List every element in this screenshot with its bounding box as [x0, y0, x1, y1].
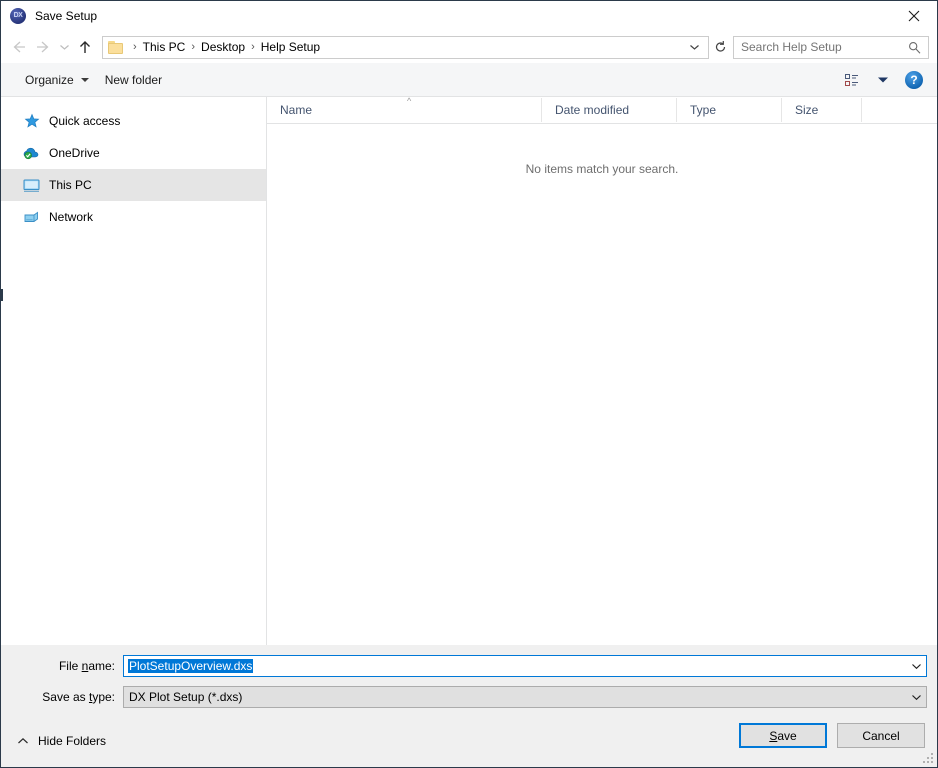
cancel-button[interactable]: Cancel	[837, 723, 925, 748]
chevron-down-icon	[878, 77, 888, 82]
refresh-icon	[715, 41, 726, 52]
refresh-button[interactable]	[709, 36, 732, 59]
back-button[interactable]	[7, 35, 31, 59]
file-list-body[interactable]: No items match your search.	[267, 124, 937, 645]
window-title: Save Setup	[35, 9, 98, 23]
cloud-icon	[23, 145, 40, 162]
breadcrumb-bar[interactable]: › This PC › Desktop › Help Setup	[102, 35, 709, 59]
sidebar-item-label: Network	[49, 210, 94, 224]
sidebar-item-onedrive[interactable]: OneDrive	[1, 137, 266, 169]
column-header-spacer	[862, 98, 937, 122]
save-as-type-dropdown-button[interactable]	[906, 694, 926, 701]
change-view-button[interactable]	[839, 69, 871, 91]
save-as-type-combo[interactable]: DX Plot Setup (*.dxs)	[123, 686, 927, 708]
column-header-date-modified[interactable]: Date modified	[542, 98, 677, 122]
chevron-up-icon	[18, 737, 28, 744]
dialog-footer: Hide Folders Save Cancel	[1, 715, 937, 767]
save-as-type-row: Save as type: DX Plot Setup (*.dxs)	[1, 684, 937, 710]
organize-label: Organize	[25, 72, 74, 87]
help-button[interactable]: ?	[905, 70, 923, 89]
chevron-down-icon	[911, 663, 921, 669]
save-form: File name: PlotSetupOverview.dxs Save as…	[1, 645, 937, 715]
window-edge-marker	[1, 289, 3, 301]
save-as-type-label: Save as type:	[42, 690, 115, 704]
monitor-icon	[23, 177, 40, 194]
dialog-body: Quick access OneDrive This PC Network Na…	[1, 97, 937, 645]
forward-button[interactable]	[31, 35, 55, 59]
search-box[interactable]	[733, 35, 929, 59]
file-list-pane: Name Date modified Type Size ^ No items …	[267, 97, 937, 645]
star-icon	[23, 113, 40, 130]
chevron-down-icon	[59, 45, 69, 50]
sidebar-item-label: This PC	[49, 178, 92, 192]
sidebar-item-quick-access[interactable]: Quick access	[1, 105, 266, 137]
sidebar-item-network[interactable]: Network	[1, 201, 266, 233]
chevron-down-icon	[80, 77, 89, 82]
new-folder-label: New folder	[104, 72, 163, 87]
title-bar: DX Save Setup	[1, 1, 937, 31]
breadcrumb-separator: ›	[251, 41, 255, 53]
up-button[interactable]	[73, 35, 97, 59]
network-icon	[23, 209, 40, 226]
column-header-type[interactable]: Type	[677, 98, 782, 122]
file-list-header: Name Date modified Type Size ^	[267, 97, 937, 124]
search-input[interactable]	[734, 40, 906, 54]
folder-icon	[108, 40, 124, 54]
breadcrumb-item-help-setup[interactable]: Help Setup	[259, 40, 322, 54]
dialog-buttons: Save Cancel	[739, 723, 925, 748]
breadcrumb-item-this-pc[interactable]: This PC	[141, 40, 188, 54]
file-name-dropdown-button[interactable]	[906, 663, 926, 670]
save-as-type-value: DX Plot Setup (*.dxs)	[129, 690, 243, 704]
empty-state-message: No items match your search.	[525, 162, 679, 176]
file-name-value: PlotSetupOverview.dxs	[128, 659, 254, 673]
breadcrumb-dropdown-button[interactable]	[683, 43, 708, 51]
sidebar-item-label: Quick access	[49, 114, 121, 128]
sidebar-item-label: OneDrive	[49, 146, 100, 160]
file-name-input[interactable]: PlotSetupOverview.dxs	[124, 659, 906, 673]
resize-grip[interactable]	[923, 753, 934, 764]
hide-folders-label: Hide Folders	[38, 734, 107, 748]
forward-arrow-icon	[37, 41, 49, 53]
organize-button[interactable]: Organize	[17, 69, 97, 91]
file-name-label: File name:	[58, 659, 115, 673]
hide-folders-button[interactable]: Hide Folders	[1, 734, 106, 748]
file-name-combo[interactable]: PlotSetupOverview.dxs	[123, 655, 927, 677]
sort-ascending-icon: ^	[407, 96, 412, 106]
save-setup-dialog: DX Save Setup › This PC › Desktop › Help…	[0, 0, 938, 768]
dx-app-icon: DX	[10, 8, 26, 24]
sidebar-item-this-pc[interactable]: This PC	[1, 169, 266, 201]
breadcrumb-item-desktop[interactable]: Desktop	[199, 40, 247, 54]
chevron-down-icon	[911, 694, 921, 700]
recent-locations-button[interactable]	[55, 35, 73, 59]
view-dropdown-button[interactable]	[871, 72, 895, 88]
close-button[interactable]	[891, 1, 937, 31]
back-arrow-icon	[13, 41, 25, 53]
address-bar: › This PC › Desktop › Help Setup	[1, 31, 937, 63]
breadcrumb-separator: ›	[191, 41, 196, 53]
new-folder-button[interactable]: New folder	[97, 69, 170, 91]
column-header-size[interactable]: Size	[782, 98, 862, 122]
view-layout-icon	[845, 73, 858, 86]
save-button[interactable]: Save	[739, 723, 827, 748]
search-icon	[906, 41, 928, 54]
breadcrumb-separator: ›	[133, 41, 137, 53]
command-toolbar: Organize New folder ?	[1, 63, 937, 97]
close-icon	[908, 10, 920, 22]
up-arrow-icon	[80, 40, 90, 53]
file-name-row: File name: PlotSetupOverview.dxs	[1, 653, 937, 679]
chevron-down-icon	[690, 45, 699, 50]
column-header-name[interactable]: Name	[267, 98, 542, 122]
navigation-pane: Quick access OneDrive This PC Network	[1, 97, 267, 645]
